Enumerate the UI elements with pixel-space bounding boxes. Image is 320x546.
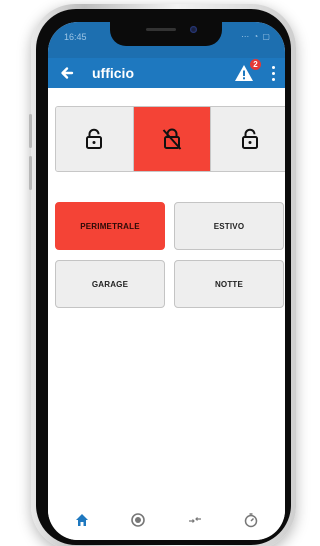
transfer-icon [188,517,201,523]
lock-mode-open-left[interactable] [56,107,133,171]
overflow-menu-button[interactable] [265,63,281,83]
alerts-button[interactable]: 2 [233,59,261,84]
lock-mode-disabled[interactable] [132,107,211,171]
more-vert-icon [272,72,275,75]
alert-count-badge: 2 [250,59,261,70]
zone-button-estivo[interactable]: ESTIVO [174,202,284,250]
phone-notch [110,22,222,46]
timer-icon [244,513,258,528]
phone-frame: 16:45 ⋯ ◔ ▢ ufficio 2 PERIMETRALE ESTIVO… [29,4,296,546]
status-icons: ⋯ ◔ ▢ [241,32,271,41]
back-button[interactable] [56,62,78,84]
phone-volume-button [29,156,32,190]
more-vert-icon [272,66,275,69]
app-bar: ufficio 2 [48,58,285,88]
zone-button-garage[interactable]: GARAGE [55,260,165,308]
lock-off-icon [162,128,182,150]
lock-open-icon [241,128,258,149]
screenshot-canvas: 16:45 ⋯ ◔ ▢ ufficio 2 PERIMETRALE ESTIVO… [0,0,296,546]
nav-timer[interactable] [238,507,264,533]
bottom-navigation [48,500,285,540]
lock-open-icon [86,128,103,149]
zone-button-perimetrale[interactable]: PERIMETRALE [55,202,165,250]
front-camera [190,26,197,33]
more-vert-icon [272,78,275,81]
lock-mode-selector [55,106,285,172]
zone-button-notte[interactable]: NOTTE [174,260,284,308]
record-icon [131,513,146,527]
status-time: 16:45 [64,32,87,42]
nav-record[interactable] [125,507,151,533]
nav-transfer[interactable] [182,507,208,533]
page-title: ufficio [92,65,134,81]
arrow-back-icon [61,67,74,79]
speaker-grille [146,28,176,31]
lock-mode-open-right[interactable] [210,107,285,171]
nav-home[interactable] [69,507,95,533]
phone-volume-button [29,114,32,148]
home-icon [76,514,89,526]
app-screen: 16:45 ⋯ ◔ ▢ ufficio 2 PERIMETRALE ESTIVO… [48,22,285,540]
